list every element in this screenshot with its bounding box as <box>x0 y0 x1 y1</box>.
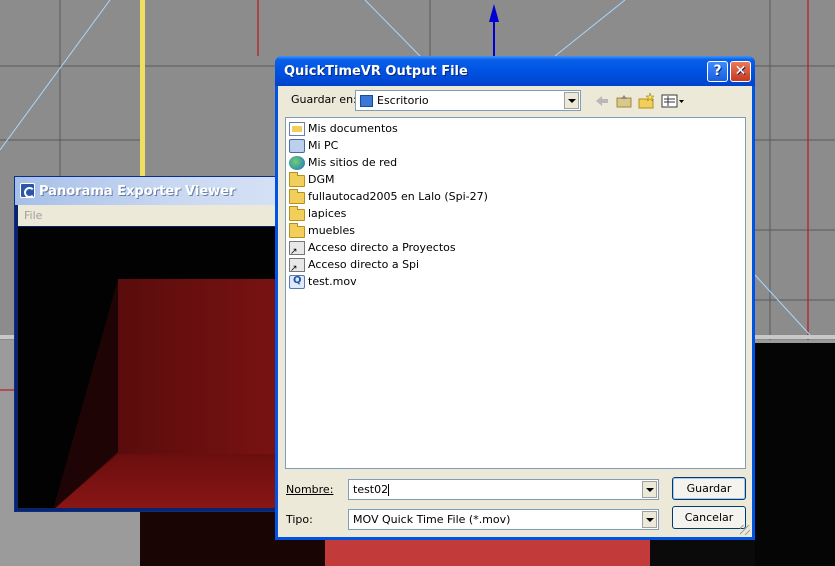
file-name: fullautocad2005 en Lalo (Spi-27) <box>308 190 488 203</box>
save-file-dialog: QuickTimeVR Output File ? ✕ Guardar en: … <box>275 56 755 540</box>
chevron-down-icon[interactable] <box>642 511 657 528</box>
chevron-down-icon[interactable] <box>642 481 657 498</box>
filename-input[interactable]: test02 <box>348 479 659 500</box>
dialog-title-bar[interactable]: QuickTimeVR Output File ? ✕ <box>275 56 755 86</box>
cancel-button-label: Cancelar <box>684 511 734 524</box>
file-name: Mis sitios de red <box>308 156 398 169</box>
dialog-title: QuickTimeVR Output File <box>284 63 468 79</box>
save-in-label: Guardar en: <box>291 93 357 106</box>
filetype-label: Tipo: <box>286 513 313 526</box>
file-name: Mis documentos <box>308 122 398 135</box>
folder-icon <box>289 171 305 187</box>
menu-file[interactable]: File <box>24 209 42 222</box>
list-item[interactable]: Mis sitios de red <box>289 154 397 171</box>
save-button-label: Guardar <box>686 482 732 495</box>
list-item[interactable]: test.mov <box>289 273 357 290</box>
close-button[interactable]: ✕ <box>730 61 751 82</box>
filetype-value: MOV Quick Time File (*.mov) <box>353 513 511 526</box>
shortcut-icon <box>289 240 305 257</box>
folder-icon <box>289 222 305 238</box>
file-name: Mi PC <box>308 139 339 152</box>
cancel-button[interactable]: Cancelar <box>672 506 746 529</box>
up-folder-icon[interactable] <box>614 92 634 110</box>
back-icon[interactable] <box>592 92 612 110</box>
viewer-title: Panorama Exporter Viewer <box>39 183 236 199</box>
help-button[interactable]: ? <box>707 61 728 82</box>
file-name: DGM <box>308 173 335 186</box>
list-item[interactable]: Acceso directo a Proyectos <box>289 239 456 257</box>
file-name: test.mov <box>308 275 357 288</box>
text-cursor <box>388 484 390 496</box>
file-name: lapices <box>308 207 347 220</box>
save-in-value: Escritorio <box>377 94 429 107</box>
list-item[interactable]: Mi PC <box>289 137 338 154</box>
list-item[interactable]: Acceso directo a Spi <box>289 256 420 274</box>
file-name: muebles <box>308 224 355 237</box>
chevron-down-icon[interactable] <box>564 92 579 109</box>
file-name: Acceso directo a Spi <box>308 258 420 271</box>
panorama-viewer-window: Panorama Exporter Viewer File <box>14 176 284 512</box>
viewer-title-bar[interactable]: Panorama Exporter Viewer <box>15 177 283 205</box>
folder-icon <box>289 205 305 221</box>
my-computer-icon <box>289 138 305 153</box>
my-documents-icon <box>289 121 305 136</box>
save-button[interactable]: Guardar <box>672 477 746 500</box>
filetype-dropdown[interactable]: MOV Quick Time File (*.mov) <box>348 509 659 530</box>
resize-grip[interactable] <box>740 525 750 535</box>
list-item[interactable]: DGM <box>289 171 335 188</box>
file-name: Acceso directo a Proyectos <box>308 241 456 254</box>
list-item[interactable]: fullautocad2005 en Lalo (Spi-27) <box>289 188 488 205</box>
shortcut-icon <box>289 257 305 274</box>
save-in-dropdown[interactable]: Escritorio <box>355 90 581 111</box>
render-image <box>18 227 280 508</box>
folder-icon <box>289 188 305 204</box>
quicktime-file-icon <box>289 274 305 289</box>
filename-label: Nombre: <box>286 483 334 496</box>
desktop-icon <box>360 95 373 107</box>
list-item[interactable]: Mis documentos <box>289 120 398 137</box>
filename-value: test02 <box>353 483 389 496</box>
app-icon[interactable] <box>20 183 35 198</box>
viewer-menu-bar: File <box>18 205 280 226</box>
list-item[interactable]: lapices <box>289 205 346 222</box>
panorama-render-view[interactable] <box>18 227 280 508</box>
new-folder-icon[interactable] <box>636 92 656 110</box>
view-menu-icon[interactable] <box>660 92 686 110</box>
file-list[interactable]: Mis documentos Mi PC Mis sitios de red D… <box>285 117 746 469</box>
network-places-icon <box>289 155 305 170</box>
list-item[interactable]: muebles <box>289 222 355 239</box>
